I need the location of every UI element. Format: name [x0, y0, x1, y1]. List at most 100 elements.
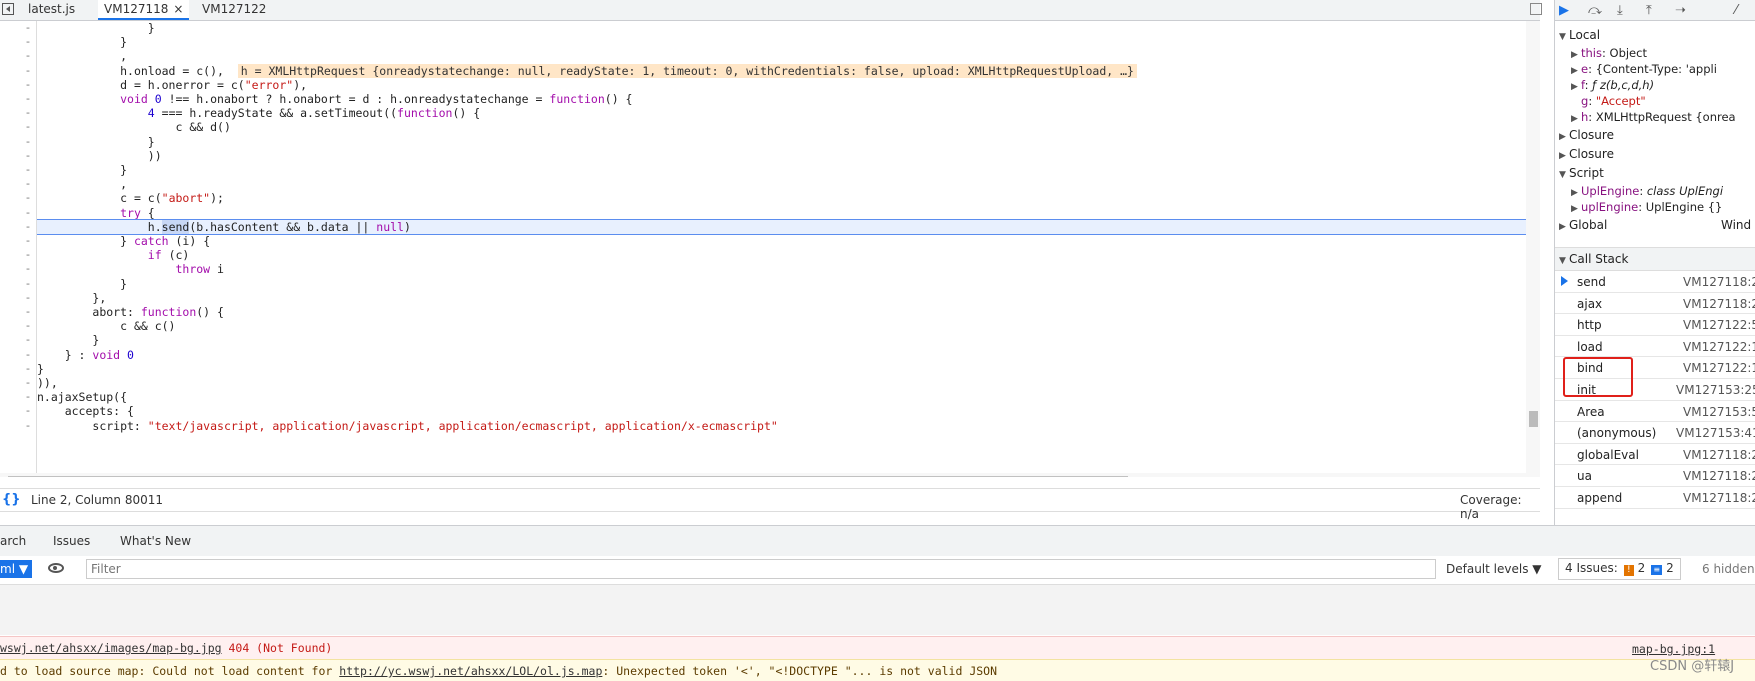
gutter-line-marker[interactable]: -: [26, 135, 34, 149]
gutter-line-marker[interactable]: -: [26, 234, 34, 248]
gutter-line-marker[interactable]: -: [26, 92, 34, 106]
gutter-line-marker[interactable]: -: [26, 35, 34, 49]
call-frame-append[interactable]: append VM127118:2: [1555, 486, 1755, 509]
scope-var-uplEngine[interactable]: ▶ uplEngine: UplEngine {}: [1571, 200, 1722, 214]
call-frame-http[interactable]: http VM127122:5: [1555, 313, 1755, 336]
console-filter-input[interactable]: [86, 559, 1436, 579]
navigator-toggle-icon[interactable]: [2, 3, 14, 15]
code-token: null: [376, 219, 404, 234]
code-token: i: [210, 262, 224, 277]
call-frame-send[interactable]: send VM127118:2: [1555, 270, 1755, 293]
code-token: );: [210, 191, 224, 206]
gutter-line-marker[interactable]: -: [26, 49, 34, 63]
scope-var-e[interactable]: ▶ e: {Content-Type: 'appli: [1571, 62, 1717, 76]
gutter-line-marker[interactable]: -: [26, 163, 34, 177]
var-value: class UplEngi: [1646, 184, 1724, 198]
close-tab-icon[interactable]: ×: [173, 2, 183, 16]
code-token: if: [147, 248, 162, 263]
gutter-line-marker[interactable]: -: [26, 291, 34, 305]
code-token: () {: [196, 305, 224, 319]
call-frame-anonymous[interactable]: (anonymous) VM127153:41: [1555, 421, 1755, 444]
gutter-line-marker[interactable]: -: [26, 177, 34, 191]
gutter-line-marker[interactable]: -: [26, 376, 34, 390]
call-frame-load[interactable]: load VM127122:1: [1555, 335, 1755, 358]
scope-var-h[interactable]: ▶ h: XMLHttpRequest {onrea: [1571, 110, 1736, 124]
step-icon[interactable]: ➝: [1675, 3, 1686, 18]
gutter-line-marker[interactable]: -: [26, 262, 34, 276]
tab-search[interactable]: arch: [0, 534, 26, 548]
call-frame-area[interactable]: Area VM127153:5: [1555, 400, 1755, 423]
code-editor[interactable]: ----------------------------- } } , h.on…: [0, 21, 1540, 477]
code-token: },: [92, 290, 107, 305]
deactivate-breakpoints-icon[interactable]: ⁄: [1735, 3, 1737, 18]
resume-icon[interactable]: ▶: [1559, 3, 1569, 18]
gutter-line-marker[interactable]: -: [26, 21, 34, 35]
gutter-line-marker[interactable]: -: [26, 277, 34, 291]
pretty-print-icon[interactable]: {}: [2, 492, 21, 507]
scroll-thumb[interactable]: [8, 476, 1128, 477]
tab-issues[interactable]: Issues: [53, 534, 90, 548]
gutter-line-marker[interactable]: -: [26, 78, 34, 92]
scope-local-header[interactable]: ▼ Local: [1559, 28, 1600, 42]
gutter-line-marker[interactable]: -: [26, 120, 34, 134]
step-into-icon[interactable]: ⤓: [1617, 3, 1623, 18]
context-selector[interactable]: ml ▼: [0, 560, 33, 578]
step-over-icon[interactable]: ⤼: [1588, 3, 1602, 18]
gutter-line-marker[interactable]: -: [26, 404, 34, 418]
issues-counter-button[interactable]: 4 Issues:! 2 ≡ 2: [1558, 558, 1681, 580]
call-frame-globaleval[interactable]: globalEval VM127118:2: [1555, 443, 1755, 466]
tab-vm127118[interactable]: VM127118 ×: [98, 0, 190, 20]
gutter-line-marker[interactable]: -: [26, 206, 34, 220]
scope-global-header[interactable]: ▶ Global Wind: [1559, 218, 1752, 232]
error-url-link[interactable]: wswj.net/ahsxx/images/map-bg.jpg: [0, 641, 222, 655]
editor-tab-bar: latest.js VM127118 × VM127122: [0, 0, 1542, 21]
tab-whats-new[interactable]: What's New: [120, 534, 191, 548]
coverage-status[interactable]: Coverage: n/a: [1460, 493, 1540, 521]
scope-var-f[interactable]: ▶ f: ƒ z(b,c,d,h): [1571, 78, 1654, 92]
gutter-line-marker[interactable]: -: [26, 220, 34, 234]
debugger-panel-toggle-icon[interactable]: [1530, 3, 1542, 15]
tab-vm127122[interactable]: VM127122: [196, 0, 272, 20]
code-token: }: [37, 361, 44, 376]
scope-closure-header[interactable]: ▶ Closure: [1559, 128, 1614, 142]
code-token: }: [92, 333, 100, 348]
scope-closure-header[interactable]: ▶ Closure: [1559, 147, 1614, 161]
call-frame-ajax[interactable]: ajax VM127118:2: [1555, 292, 1755, 315]
log-levels-dropdown[interactable]: Default levels ▼: [1446, 562, 1542, 576]
scope-var-UplEngine[interactable]: ▶ UplEngine: class UplEngi: [1571, 184, 1723, 198]
gutter-line-marker[interactable]: -: [26, 191, 34, 205]
scope-var-this[interactable]: ▶ this: Object: [1571, 46, 1647, 60]
code-line[interactable]: script: "text/javascript, application/ja…: [37, 418, 777, 434]
gutter-line-marker[interactable]: -: [26, 348, 34, 362]
gutter-line-marker[interactable]: -: [26, 319, 34, 333]
current-execution-line[interactable]: h.send(b.hasContent && b.data || null): [37, 218, 1540, 235]
var-value: {Content-Type: 'appli: [1595, 62, 1717, 76]
code-line[interactable]: } : void 0: [37, 347, 134, 363]
gutter-line-marker[interactable]: -: [26, 305, 34, 319]
call-stack-header[interactable]: ▼ Call Stack: [1555, 247, 1755, 271]
scroll-thumb[interactable]: [1529, 411, 1538, 427]
call-frame-ua[interactable]: ua VM127118:2: [1555, 464, 1755, 487]
section-label: Global: [1569, 218, 1608, 232]
eye-icon[interactable]: [48, 563, 64, 573]
gutter-line-marker[interactable]: -: [26, 149, 34, 163]
line-gutter[interactable]: -----------------------------: [0, 21, 37, 477]
gutter-line-marker[interactable]: -: [26, 419, 34, 433]
gutter-line-marker[interactable]: -: [26, 64, 34, 78]
step-out-icon[interactable]: ⤒: [1646, 3, 1652, 18]
horizontal-scrollbar[interactable]: [0, 473, 1540, 477]
gutter-line-marker[interactable]: -: [26, 333, 34, 347]
source-map-link[interactable]: http://yc.wswj.net/ahsxx/LOL/ol.js.map: [339, 664, 602, 678]
tab-latest-js[interactable]: latest.js: [22, 0, 81, 20]
gutter-line-marker[interactable]: -: [26, 390, 34, 404]
gutter-line-marker[interactable]: -: [26, 362, 34, 376]
gutter-line-marker[interactable]: -: [26, 106, 34, 120]
gutter-line-marker[interactable]: -: [26, 248, 34, 262]
error-source-link[interactable]: map-bg.jpg:1: [1632, 642, 1715, 656]
vertical-scrollbar[interactable]: [1526, 21, 1540, 477]
scope-script-header[interactable]: ▼ Script: [1559, 166, 1604, 180]
